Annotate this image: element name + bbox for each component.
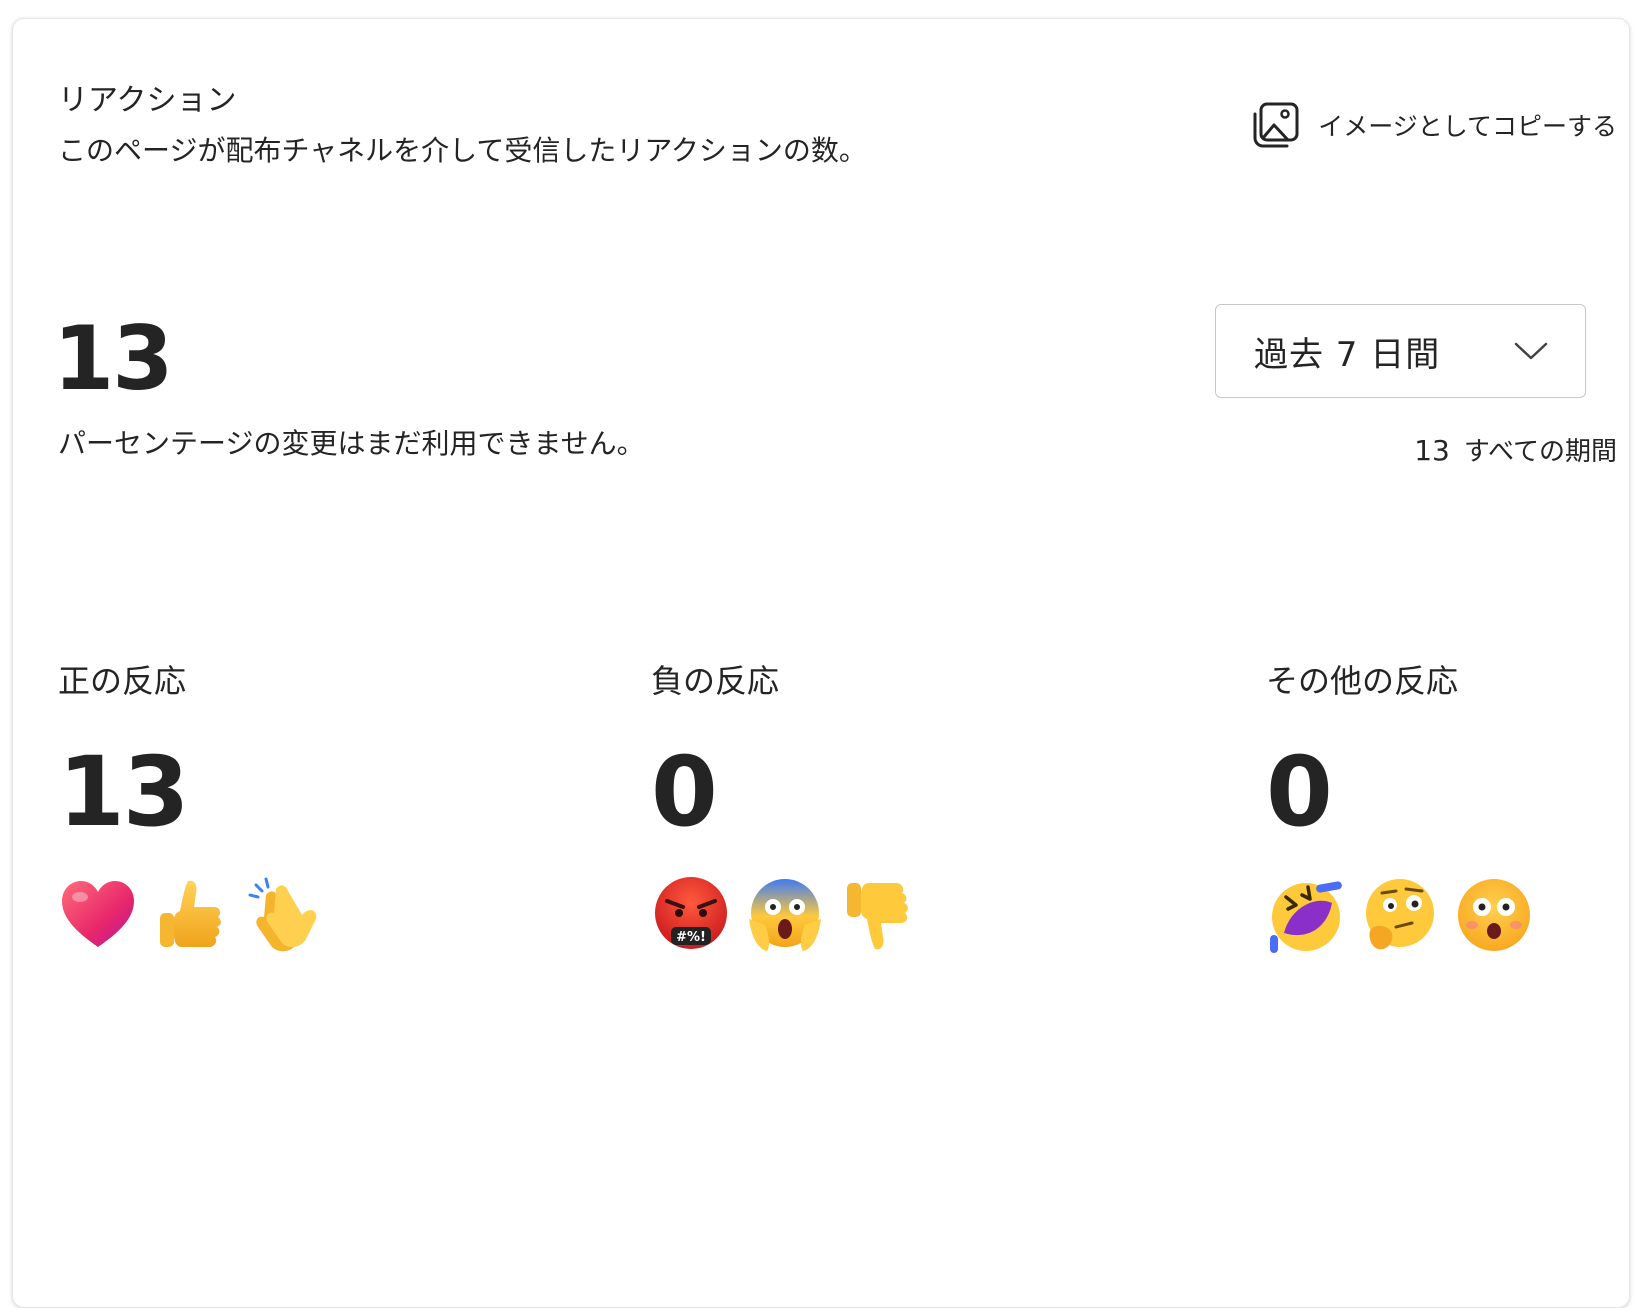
copy-as-image-label: イメージとしてコピーする bbox=[1318, 112, 1617, 141]
other-reactions: その他の反応 0 bbox=[1266, 659, 1626, 955]
card-subtitle: このページが配布チャネルを介して受信したリアクションの数。 bbox=[58, 134, 867, 167]
reactions-card: リアクション このページが配布チャネルを介して受信したリアクションの数。 イメー… bbox=[12, 18, 1630, 1308]
positive-reactions: 正の反応 13 bbox=[58, 659, 418, 955]
all-time-count: 13 bbox=[1414, 434, 1450, 467]
heart-emoji bbox=[62, 881, 134, 947]
total-reactions-count: 13 bbox=[53, 307, 173, 410]
thumbs-up-emoji bbox=[160, 880, 221, 947]
negative-reactions: 負の反応 0 #%! bbox=[651, 659, 1011, 955]
surprised-face-emoji bbox=[1458, 879, 1530, 951]
thinking-face-emoji bbox=[1366, 879, 1434, 950]
all-time-summary: 13 すべての期間 bbox=[1414, 431, 1617, 468]
other-reactions-count: 0 bbox=[1266, 736, 1333, 848]
positive-reactions-count: 13 bbox=[58, 736, 190, 848]
negative-reactions-title: 負の反応 bbox=[651, 662, 780, 700]
image-copy-icon bbox=[1250, 99, 1302, 151]
period-dropdown[interactable]: 過去 7 日間 bbox=[1215, 304, 1586, 398]
screaming-face-emoji bbox=[749, 879, 821, 951]
clapping-hands-emoji bbox=[248, 877, 317, 952]
all-time-label: すべての期間 bbox=[1463, 437, 1617, 467]
other-reactions-title: その他の反応 bbox=[1266, 662, 1459, 700]
positive-reactions-title: 正の反応 bbox=[58, 662, 187, 700]
thumbs-down-emoji bbox=[847, 883, 908, 950]
svg-text:#%!: #%! bbox=[676, 930, 706, 945]
negative-reactions-count: 0 bbox=[651, 736, 718, 848]
percentage-note: パーセンテージの変更はまだ利用できません。 bbox=[58, 427, 645, 460]
card-title: リアクション bbox=[58, 83, 237, 118]
period-dropdown-value: 過去 7 日間 bbox=[1254, 334, 1441, 375]
copy-as-image-button[interactable]: イメージとしてコピーする bbox=[1250, 97, 1617, 153]
rolling-laughing-emoji bbox=[1270, 881, 1342, 953]
angry-face-emoji: #%! bbox=[655, 877, 727, 949]
chevron-down-icon bbox=[1514, 342, 1548, 360]
